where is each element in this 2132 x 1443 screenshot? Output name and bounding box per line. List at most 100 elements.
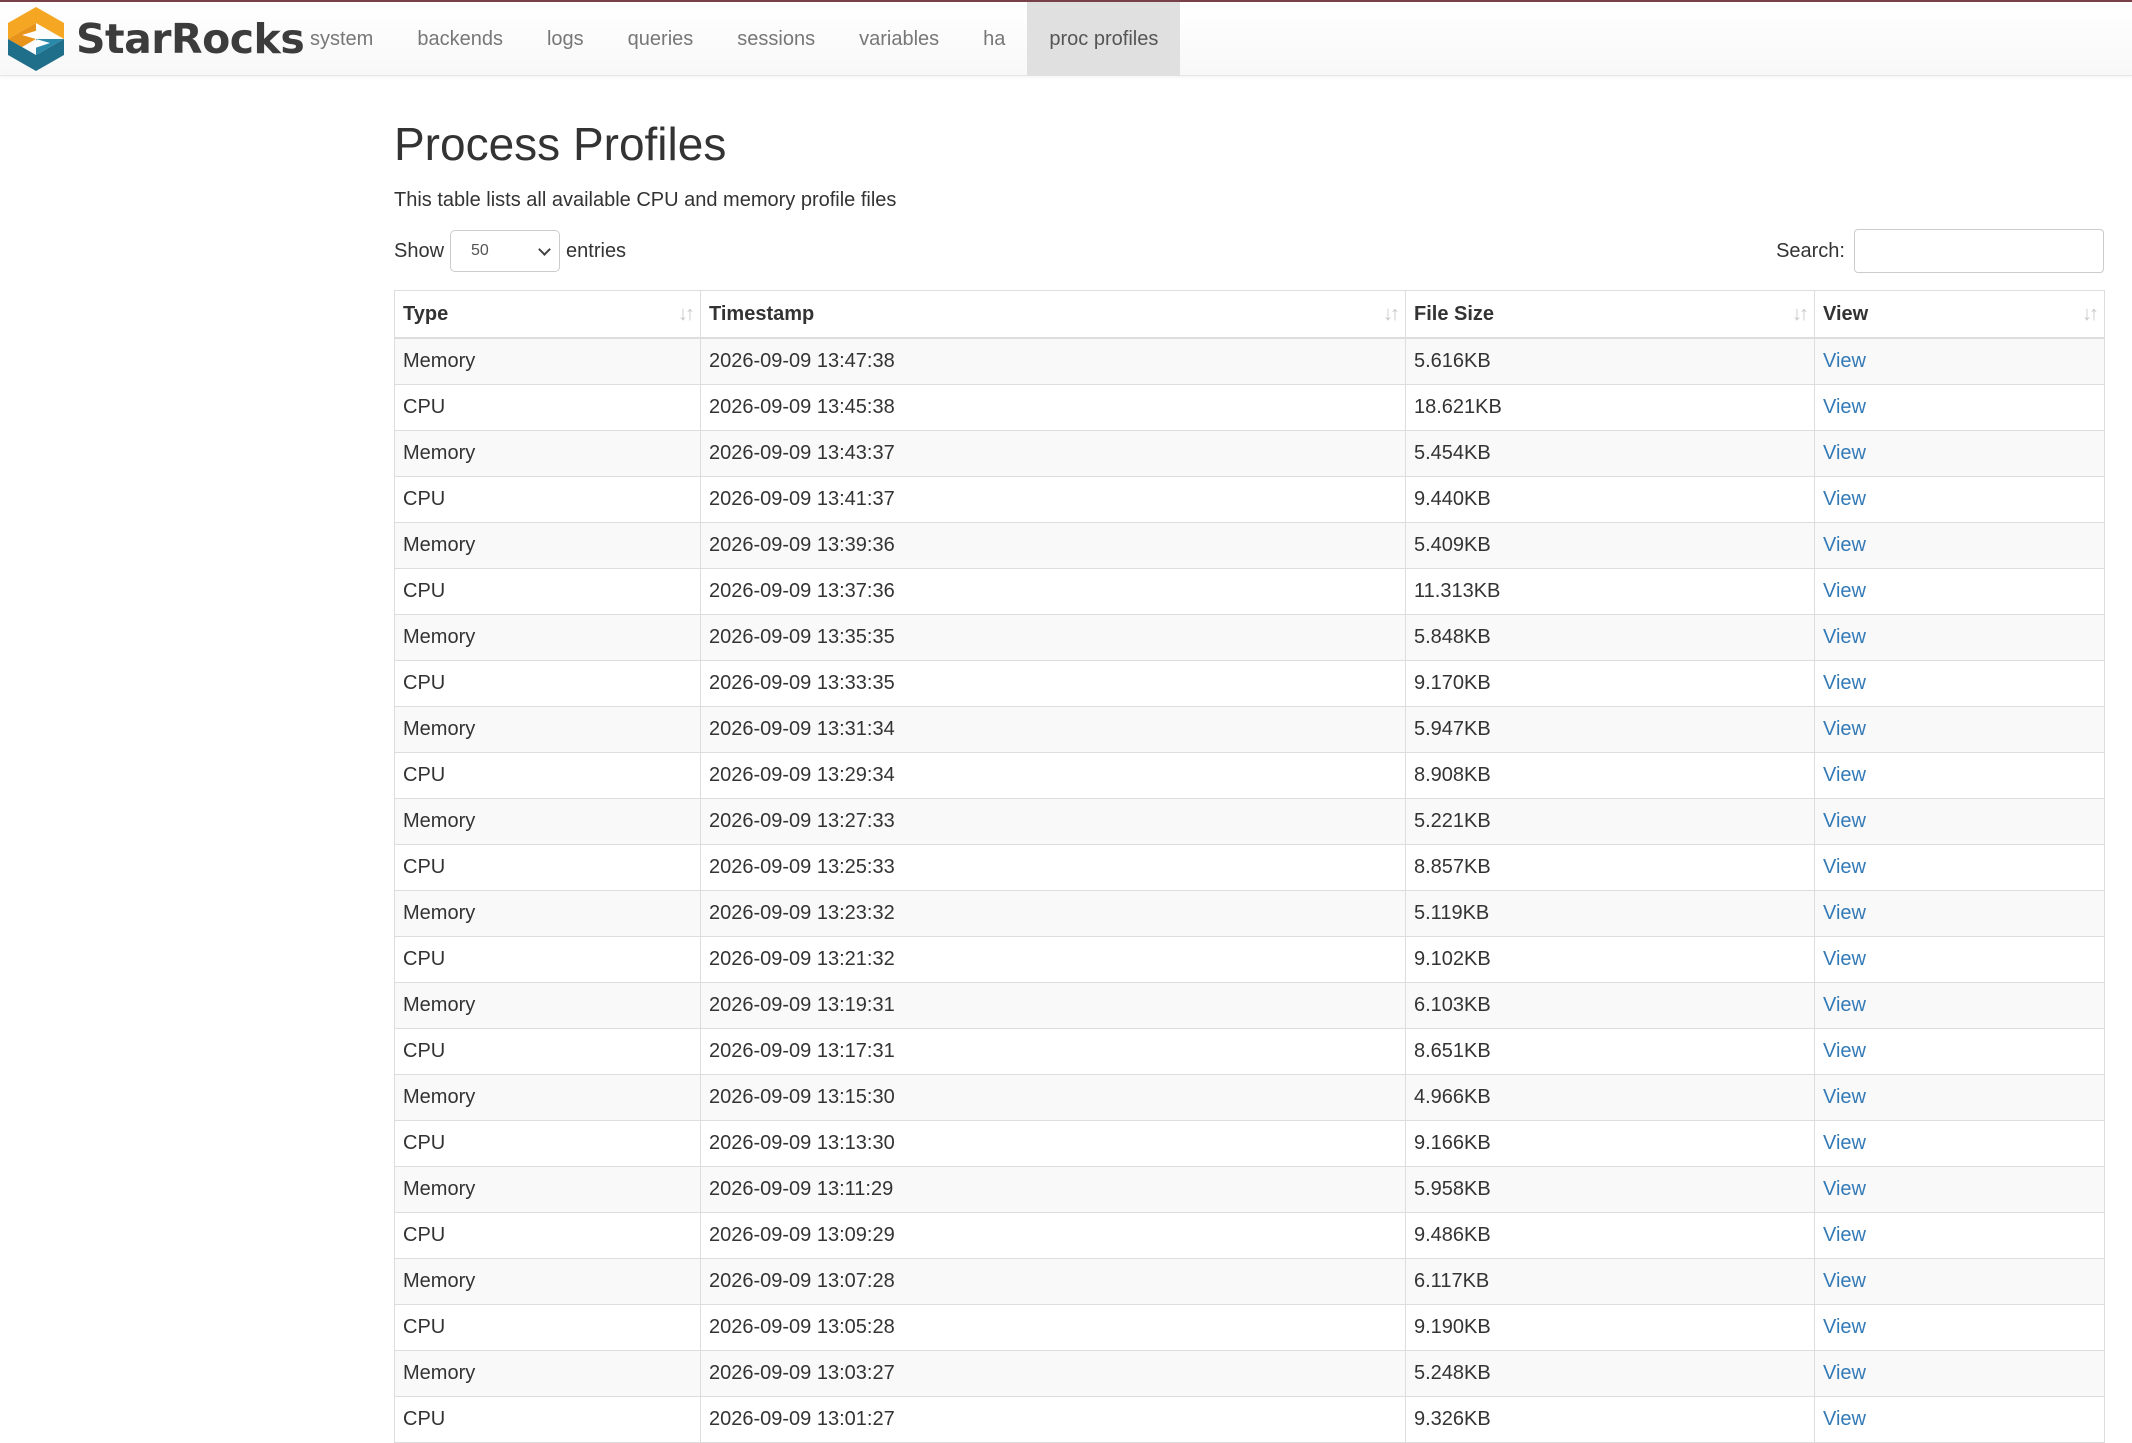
view-link[interactable]: View — [1823, 1408, 1866, 1430]
cell-view: View — [1814, 844, 2105, 891]
cell-type: CPU — [394, 384, 701, 431]
sort-both-icon[interactable]: ↓↑ — [2082, 303, 2099, 326]
cell-timestamp: 2026-09-09 13:43:37 — [700, 430, 1406, 477]
main-content: Process Profiles This table lists all av… — [394, 76, 2105, 1443]
table-row: CPU 2026-09-09 13:05:28 9.190KB View — [394, 1304, 2105, 1351]
cell-type: CPU — [394, 568, 701, 615]
cell-timestamp: 2026-09-09 13:47:38 — [700, 338, 1406, 385]
cell-type: Memory — [394, 1074, 701, 1121]
view-link[interactable]: View — [1823, 764, 1866, 786]
cell-timestamp: 2026-09-09 13:01:27 — [700, 1396, 1406, 1443]
view-link[interactable]: View — [1823, 534, 1866, 556]
column-header-label: Type — [403, 302, 449, 325]
cell-timestamp: 2026-09-09 13:37:36 — [700, 568, 1406, 615]
table-row: Memory 2026-09-09 13:23:32 5.119KB View — [394, 890, 2105, 937]
table-row: Memory 2026-09-09 13:39:36 5.409KB View — [394, 522, 2105, 569]
table-row: CPU 2026-09-09 13:33:35 9.170KB View — [394, 660, 2105, 707]
cell-timestamp: 2026-09-09 13:23:32 — [700, 890, 1406, 937]
table-row: CPU 2026-09-09 13:17:31 8.651KB View — [394, 1028, 2105, 1075]
page-size-control: Show 50 entries — [394, 228, 626, 274]
nav-item-sessions[interactable]: sessions — [715, 2, 837, 76]
view-link[interactable]: View — [1823, 994, 1866, 1016]
nav-item-backends[interactable]: backends — [395, 2, 525, 76]
page-subtitle: This table lists all available CPU and m… — [394, 189, 897, 211]
view-link[interactable]: View — [1823, 1132, 1866, 1154]
table-row: Memory 2026-09-09 13:31:34 5.947KB View — [394, 706, 2105, 753]
cell-view: View — [1814, 568, 2105, 615]
cell-timestamp: 2026-09-09 13:19:31 — [700, 982, 1406, 1029]
nav-item-logs[interactable]: logs — [525, 2, 606, 76]
search-input[interactable] — [1854, 229, 2104, 273]
cell-timestamp: 2026-09-09 13:07:28 — [700, 1258, 1406, 1305]
search-control: Search: — [1776, 228, 2104, 274]
cell-timestamp: 2026-09-09 13:03:27 — [700, 1350, 1406, 1397]
column-header-file-size[interactable]: File Size ↓↑ — [1405, 290, 1815, 339]
cell-file-size: 5.221KB — [1405, 798, 1815, 845]
nav-item-variables[interactable]: variables — [837, 2, 961, 76]
view-link[interactable]: View — [1823, 580, 1866, 602]
cell-type: Memory — [394, 1350, 701, 1397]
column-header-label: Timestamp — [709, 302, 815, 325]
table-header-row: Type ↓↑ Timestamp ↓↑ File Size ↓↑ View ↓↑ — [394, 290, 2105, 339]
view-link[interactable]: View — [1823, 350, 1866, 372]
nav-item-proc-profiles[interactable]: proc profiles — [1027, 2, 1181, 76]
sort-both-icon[interactable]: ↓↑ — [1792, 303, 1809, 326]
cell-timestamp: 2026-09-09 13:15:30 — [700, 1074, 1406, 1121]
cell-timestamp: 2026-09-09 13:17:31 — [700, 1028, 1406, 1075]
nav-item-system[interactable]: system — [288, 2, 395, 76]
top-navbar: StarRocks system backends logs queries sessi… — [0, 0, 2132, 76]
nav-item-queries[interactable]: queries — [606, 2, 716, 76]
sort-both-icon[interactable]: ↓↑ — [1383, 303, 1400, 326]
table-row: Memory 2026-09-09 13:03:27 5.248KB View — [394, 1350, 2105, 1397]
view-link[interactable]: View — [1823, 810, 1866, 832]
view-link[interactable]: View — [1823, 902, 1866, 924]
view-link[interactable]: View — [1823, 1086, 1866, 1108]
cell-view: View — [1814, 1258, 2105, 1305]
cell-file-size: 8.908KB — [1405, 752, 1815, 799]
sort-both-icon[interactable]: ↓↑ — [678, 303, 695, 326]
column-header-type[interactable]: Type ↓↑ — [394, 290, 701, 339]
view-link[interactable]: View — [1823, 1040, 1866, 1062]
cell-file-size: 9.102KB — [1405, 936, 1815, 983]
starrocks-logo-icon — [4, 5, 68, 73]
cell-view: View — [1814, 706, 2105, 753]
view-link[interactable]: View — [1823, 626, 1866, 648]
view-link[interactable]: View — [1823, 1178, 1866, 1200]
view-link[interactable]: View — [1823, 1270, 1866, 1292]
profiles-table: Type ↓↑ Timestamp ↓↑ File Size ↓↑ View ↓↑ Memor… — [394, 290, 2105, 1443]
column-header-timestamp[interactable]: Timestamp ↓↑ — [700, 290, 1406, 339]
cell-file-size: 9.486KB — [1405, 1212, 1815, 1259]
view-link[interactable]: View — [1823, 856, 1866, 878]
view-link[interactable]: View — [1823, 672, 1866, 694]
cell-file-size: 5.616KB — [1405, 338, 1815, 385]
cell-file-size: 9.166KB — [1405, 1120, 1815, 1167]
view-link[interactable]: View — [1823, 1316, 1866, 1338]
cell-timestamp: 2026-09-09 13:11:29 — [700, 1166, 1406, 1213]
view-link[interactable]: View — [1823, 442, 1866, 464]
cell-type: CPU — [394, 476, 701, 523]
view-link[interactable]: View — [1823, 718, 1866, 740]
cell-view: View — [1814, 1304, 2105, 1351]
table-row: Memory 2026-09-09 13:07:28 6.117KB View — [394, 1258, 2105, 1305]
brand[interactable]: StarRocks — [4, 2, 305, 76]
table-row: Memory 2026-09-09 13:19:31 6.103KB View — [394, 982, 2105, 1029]
view-link[interactable]: View — [1823, 488, 1866, 510]
cell-view: View — [1814, 1074, 2105, 1121]
table-row: Memory 2026-09-09 13:15:30 4.966KB View — [394, 1074, 2105, 1121]
view-link[interactable]: View — [1823, 1224, 1866, 1246]
nav-item-ha[interactable]: ha — [961, 2, 1027, 76]
cell-file-size: 18.621KB — [1405, 384, 1815, 431]
cell-file-size: 11.313KB — [1405, 568, 1815, 615]
view-link[interactable]: View — [1823, 1362, 1866, 1384]
column-header-view[interactable]: View ↓↑ — [1814, 290, 2105, 339]
table-row: Memory 2026-09-09 13:47:38 5.616KB View — [394, 338, 2105, 385]
table-row: CPU 2026-09-09 13:45:38 18.621KB View — [394, 384, 2105, 431]
cell-timestamp: 2026-09-09 13:27:33 — [700, 798, 1406, 845]
cell-timestamp: 2026-09-09 13:45:38 — [700, 384, 1406, 431]
view-link[interactable]: View — [1823, 948, 1866, 970]
table-row: Memory 2026-09-09 13:43:37 5.454KB View — [394, 430, 2105, 477]
cell-type: Memory — [394, 522, 701, 569]
cell-view: View — [1814, 1396, 2105, 1443]
page-size-select[interactable]: 50 — [450, 230, 561, 272]
view-link[interactable]: View — [1823, 396, 1866, 418]
